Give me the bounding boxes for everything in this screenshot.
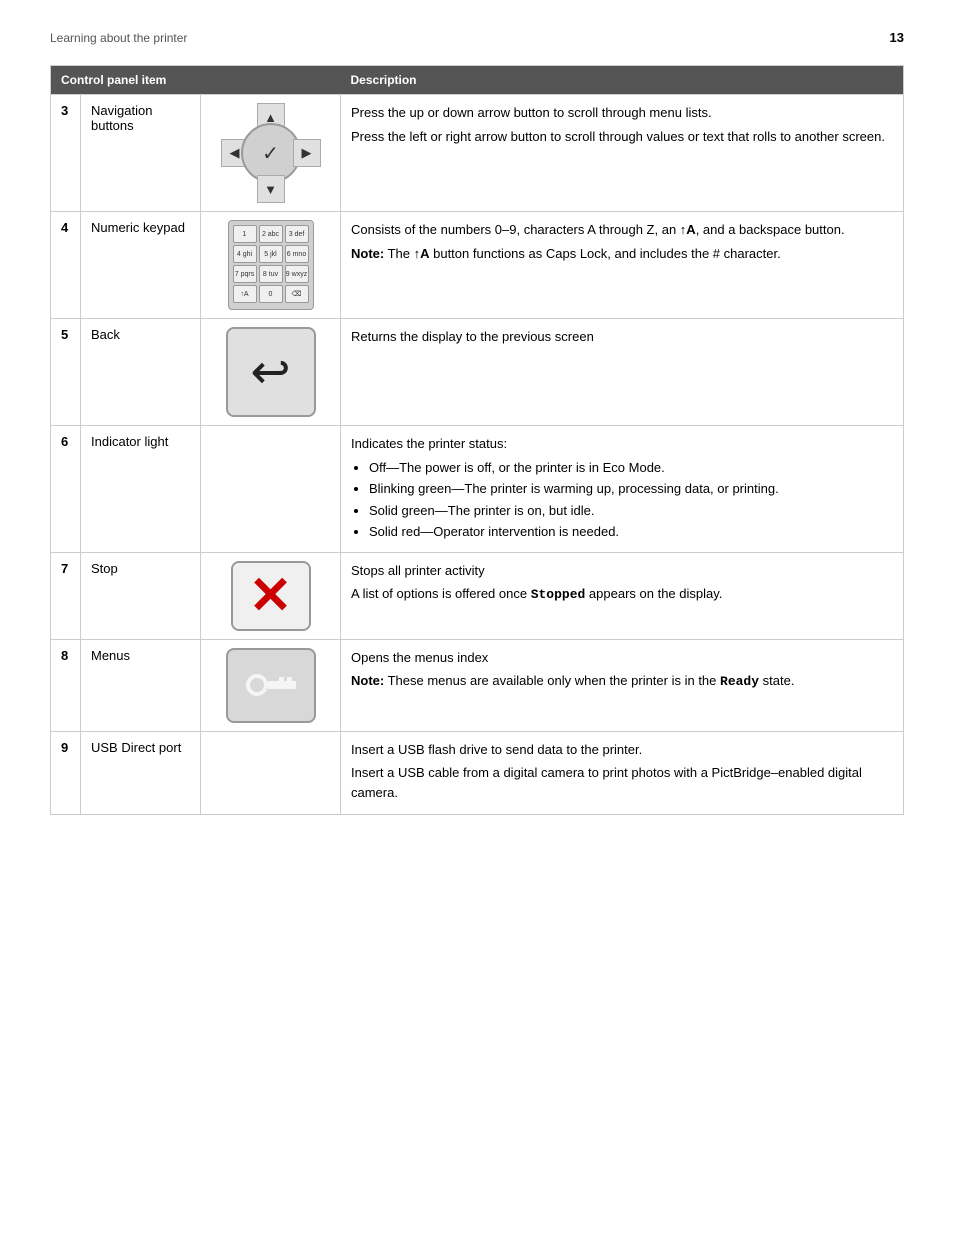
desc-list: Off—The power is off, or the printer is … [369,458,893,542]
key-4: 4 ghi [233,245,257,263]
nav-center-circle: ✓ [241,123,301,183]
row-description: Consists of the numbers 0–9, characters … [341,212,904,319]
desc-note: Note: The ↑A button functions as Caps Lo… [351,244,893,264]
row-label: Menus [81,639,201,731]
row-description: Opens the menus index Note: These menus … [341,639,904,731]
keypad-row: 4 ghi 5 jkl 6 mno [233,245,309,263]
stop-button-visual: ✕ [231,561,311,631]
menus-button-visual [226,648,316,723]
back-arrow-icon: ↩ [250,344,290,400]
desc-line: Indicates the printer status: [351,434,893,454]
desc-line: Insert a USB flash drive to send data to… [351,740,893,760]
key-shaft-icon [268,681,296,689]
desc-line: Press the left or right arrow button to … [351,127,893,147]
desc-line: Press the up or down arrow button to scr… [351,103,893,123]
key-shift: ↑A [233,285,257,303]
row-image: ↩ [201,319,341,426]
key-5: 5 jkl [259,245,283,263]
keypad-visual: 1 2 abc 3 def 4 ghi 5 jkl 6 mno 7 pqrs 8… [228,220,314,310]
row-description: Press the up or down arrow button to scr… [341,95,904,212]
row-label: USB Direct port [81,731,201,815]
key-2: 2 abc [259,225,283,243]
arrow-right-icon: ▶ [293,139,321,167]
key-head-icon [246,674,268,696]
keypad-row: 1 2 abc 3 def [233,225,309,243]
list-item: Solid green—The printer is on, but idle. [369,501,893,521]
row-label: Numeric keypad [81,212,201,319]
key-6: 6 mno [285,245,309,263]
back-button-visual: ↩ [226,327,316,417]
desc-line: A list of options is offered once Stoppe… [351,584,893,605]
page-header: Learning about the printer 13 [50,30,904,45]
keypad-row: 7 pqrs 8 tuv 9 wxyz [233,265,309,283]
key-icon [246,670,296,700]
key-7: 7 pqrs [233,265,257,283]
desc-line: Stops all printer activity [351,561,893,581]
table-row: 6 Indicator light Indicates the printer … [51,426,904,553]
row-num: 7 [51,552,81,639]
table-row: 3 Navigation buttons ▲ ◀ ✓ ▶ ▼ Press the… [51,95,904,212]
row-image: 1 2 abc 3 def 4 ghi 5 jkl 6 mno 7 pqrs 8… [201,212,341,319]
desc-line: Returns the display to the previous scre… [351,327,893,347]
row-description: Indicates the printer status: Off—The po… [341,426,904,553]
list-item: Off—The power is off, or the printer is … [369,458,893,478]
desc-line: Insert a USB cable from a digital camera… [351,763,893,802]
list-item: Blinking green—The printer is warming up… [369,479,893,499]
key-9: 9 wxyz [285,265,309,283]
row-num: 4 [51,212,81,319]
stop-x-icon: ✕ [249,570,293,622]
key-8: 8 tuv [259,265,283,283]
key-0: 0 [259,285,283,303]
key-1: 1 [233,225,257,243]
key-3: 3 def [285,225,309,243]
row-description: Insert a USB flash drive to send data to… [341,731,904,815]
nav-button-visual: ▲ ◀ ✓ ▶ ▼ [221,103,321,203]
table-row: 8 Menus Opens the menus index Note: Thes… [51,639,904,731]
col-control-panel-item: Control panel item [51,66,341,95]
row-image [201,426,341,553]
col-description: Description [341,66,904,95]
row-num: 9 [51,731,81,815]
list-item: Solid red—Operator intervention is neede… [369,522,893,542]
row-num: 8 [51,639,81,731]
row-label: Navigation buttons [81,95,201,212]
row-label: Back [81,319,201,426]
table-row: 4 Numeric keypad 1 2 abc 3 def 4 ghi 5 j… [51,212,904,319]
row-label: Stop [81,552,201,639]
arrow-down-icon: ▼ [257,175,285,203]
table-row: 5 Back ↩ Returns the display to the prev… [51,319,904,426]
key-back: ⌫ [285,285,309,303]
table-row: 9 USB Direct port Insert a USB flash dri… [51,731,904,815]
desc-note: Note: These menus are available only whe… [351,671,893,692]
row-image [201,731,341,815]
row-num: 3 [51,95,81,212]
checkmark-icon: ✓ [262,141,279,166]
row-num: 6 [51,426,81,553]
desc-line: Consists of the numbers 0–9, characters … [351,220,893,240]
row-image [201,639,341,731]
row-description: Stops all printer activity A list of opt… [341,552,904,639]
control-panel-table: Control panel item Description 3 Navigat… [50,65,904,815]
table-row: 7 Stop ✕ Stops all printer activity A li… [51,552,904,639]
header-left: Learning about the printer [50,31,187,45]
desc-line: Opens the menus index [351,648,893,668]
keypad-row: ↑A 0 ⌫ [233,285,309,303]
row-image: ▲ ◀ ✓ ▶ ▼ [201,95,341,212]
page-num: 13 [890,30,904,45]
row-image: ✕ [201,552,341,639]
row-num: 5 [51,319,81,426]
row-label: Indicator light [81,426,201,553]
row-description: Returns the display to the previous scre… [341,319,904,426]
